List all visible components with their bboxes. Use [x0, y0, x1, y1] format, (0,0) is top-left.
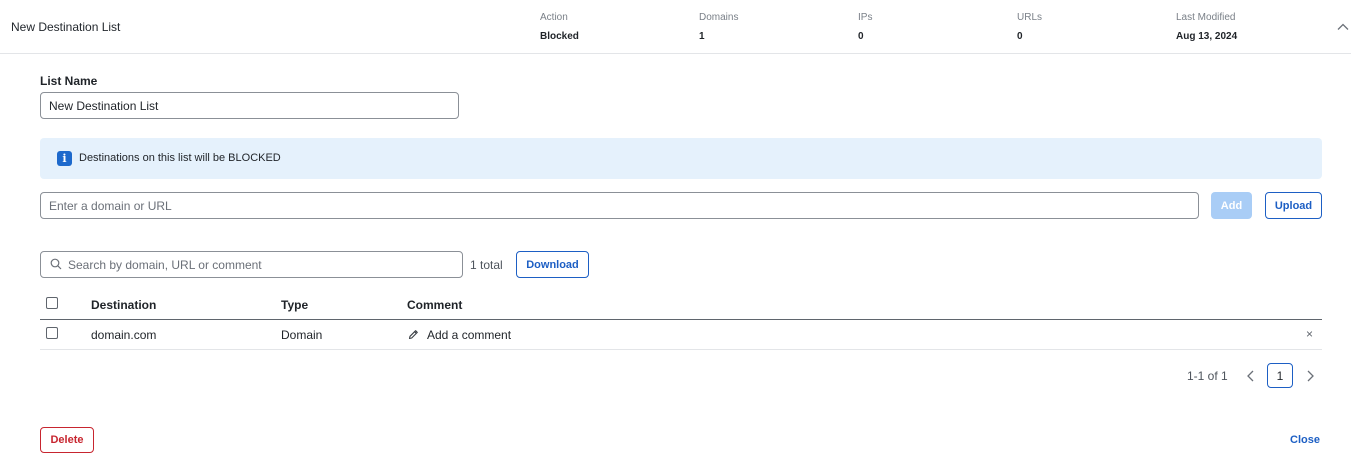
urls-label: URLs — [1017, 12, 1043, 23]
row-divider — [40, 349, 1322, 350]
ips-label: IPs — [858, 12, 873, 23]
list-name-label: List Name — [40, 74, 98, 88]
search-box — [40, 251, 463, 278]
list-title: New Destination List — [11, 20, 121, 34]
column-header-destination[interactable]: Destination — [91, 298, 156, 312]
last-modified-value: Aug 13, 2024 — [1176, 31, 1238, 42]
select-all-checkbox[interactable] — [46, 297, 58, 309]
list-summary-header[interactable]: New Destination List Action Blocked Doma… — [0, 0, 1351, 54]
chevron-left-icon[interactable] — [1245, 369, 1257, 383]
ips-column: IPs 0 — [858, 12, 872, 42]
search-input[interactable] — [40, 251, 463, 278]
list-name-input[interactable] — [40, 92, 459, 119]
domains-column: Domains 1 — [699, 12, 738, 42]
info-icon: i — [57, 151, 72, 166]
upload-button[interactable]: Upload — [1265, 192, 1322, 219]
column-header-comment: Comment — [407, 298, 463, 312]
row-checkbox[interactable] — [46, 327, 58, 339]
urls-column: URLs 0 — [1017, 12, 1042, 42]
add-comment-link[interactable]: Add a comment — [427, 328, 511, 342]
download-button[interactable]: Download — [516, 251, 589, 278]
remove-row-icon[interactable]: × — [1306, 327, 1313, 341]
chevron-up-icon[interactable] — [1336, 20, 1350, 34]
search-icon — [50, 258, 62, 270]
domains-value: 1 — [699, 31, 705, 42]
row-destination: domain.com — [91, 328, 157, 342]
ips-value: 0 — [858, 31, 864, 42]
close-button[interactable]: Close — [1290, 434, 1320, 446]
pagination-range: 1-1 of 1 — [1187, 369, 1228, 383]
delete-button[interactable]: Delete — [40, 427, 94, 453]
total-count: 1 total — [470, 258, 503, 272]
info-banner-text: Destinations on this list will be BLOCKE… — [79, 152, 281, 164]
add-button[interactable]: Add — [1211, 192, 1252, 219]
domains-label: Domains — [699, 12, 739, 23]
action-label: Action — [540, 12, 568, 23]
last-modified-column: Last Modified Aug 13, 2024 — [1176, 12, 1237, 42]
page-number-button[interactable]: 1 — [1267, 363, 1293, 388]
action-value: Blocked — [540, 31, 579, 42]
urls-value: 0 — [1017, 31, 1023, 42]
table-header-divider — [40, 319, 1322, 320]
pencil-icon[interactable] — [408, 329, 419, 340]
domain-input[interactable] — [40, 192, 1199, 219]
info-banner: i Destinations on this list will be BLOC… — [40, 138, 1322, 179]
action-column: Action Blocked — [540, 12, 579, 42]
chevron-right-icon[interactable] — [1304, 369, 1316, 383]
column-header-type[interactable]: Type — [281, 298, 308, 312]
last-modified-label: Last Modified — [1176, 12, 1236, 23]
row-type: Domain — [281, 328, 323, 342]
